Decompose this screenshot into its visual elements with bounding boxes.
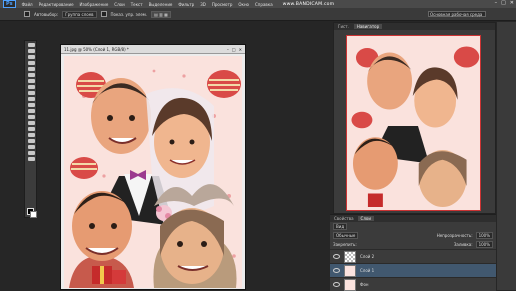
menu-file[interactable]: Файл (22, 2, 33, 7)
tools-panel (24, 40, 37, 218)
caricature-artwork (64, 56, 242, 288)
fill-label: Заливка: (453, 242, 473, 247)
marquee-tool-icon[interactable] (28, 49, 35, 53)
right-icon-strip (497, 22, 516, 290)
layer-row[interactable]: Слой 2 (330, 249, 496, 263)
doc-minimize-icon[interactable]: – (227, 47, 229, 52)
quick-select-tool-icon[interactable] (28, 61, 35, 65)
maximize-icon[interactable]: □ (501, 0, 506, 6)
document-title: 11.jpg @ 50% (Слой 1, RGB/8) * (64, 46, 129, 52)
lasso-tool-icon[interactable] (28, 55, 35, 59)
menu-filter[interactable]: Фильтр (178, 2, 194, 7)
close-icon[interactable]: ✕ (510, 0, 514, 6)
menu-bar: Ps Файл Редактирование Изображение Слои … (0, 0, 516, 8)
blend-mode-select[interactable]: Обычные (333, 232, 359, 239)
menu-view[interactable]: Просмотр (212, 2, 233, 7)
autoselect-label: Автовыбор: (34, 11, 59, 17)
eye-icon[interactable] (333, 268, 340, 273)
shape-tool-icon[interactable] (28, 145, 35, 149)
zoom-tool-icon[interactable] (28, 157, 35, 161)
clone-stamp-tool-icon[interactable] (28, 91, 35, 95)
crop-tool-icon[interactable] (28, 67, 35, 71)
lock-row: Закрепить: Заливка: 100% (330, 240, 496, 249)
healing-tool-icon[interactable] (28, 79, 35, 83)
brush-tool-icon[interactable] (28, 85, 35, 89)
layers-panel: Свойства Слои Вид Обычные Непрозрачность… (330, 214, 496, 291)
menu-3d[interactable]: 3D (200, 2, 206, 7)
menu-select[interactable]: Выделение (149, 2, 173, 7)
path-select-tool-icon[interactable] (28, 139, 35, 143)
layer-name: Слой 1 (360, 268, 375, 273)
photoshop-logo: Ps (3, 0, 16, 8)
layer-row[interactable]: Фон (330, 277, 496, 291)
autoselect-dropdown[interactable]: Группа слоев (62, 10, 97, 18)
navigator-artwork (347, 36, 480, 210)
lock-label: Закрепить: (333, 242, 357, 247)
menu-window[interactable]: Окно (238, 2, 249, 7)
hand-tool-icon[interactable] (28, 151, 35, 155)
layer-kind-filter[interactable]: Вид (333, 223, 348, 230)
dodge-tool-icon[interactable] (28, 121, 35, 125)
layer-thumbnail (344, 278, 356, 291)
menu-text[interactable]: Текст (131, 2, 143, 7)
layer-thumbnail (344, 250, 356, 263)
eraser-tool-icon[interactable] (28, 103, 35, 107)
navigator-panel: Гист. Навигатор (333, 22, 496, 214)
menu-edit[interactable]: Редактирование (39, 2, 74, 7)
window-controls: – □ ✕ (495, 0, 514, 6)
minimize-icon[interactable]: – (495, 0, 498, 6)
background-color-swatch[interactable] (30, 211, 37, 218)
layer-name: Слой 2 (360, 254, 375, 259)
document-window: 11.jpg @ 50% (Слой 1, RGB/8) * – □ ✕ (60, 44, 246, 290)
tab-properties[interactable]: Свойства (331, 216, 357, 221)
doc-maximize-icon[interactable]: □ (232, 47, 236, 52)
pen-tool-icon[interactable] (28, 127, 35, 131)
tab-layers[interactable]: Слои (357, 216, 374, 221)
tab-histogram[interactable]: Гист. (335, 24, 352, 29)
opacity-input[interactable]: 100% (475, 232, 493, 239)
document-canvas[interactable] (64, 56, 242, 288)
bandicam-watermark: www.BANDICAM.com (282, 1, 335, 7)
document-tab[interactable]: 11.jpg @ 50% (Слой 1, RGB/8) * – □ ✕ (61, 45, 245, 54)
blur-tool-icon[interactable] (28, 115, 35, 119)
layer-filter-row: Вид (330, 222, 496, 231)
eyedropper-tool-icon[interactable] (28, 73, 35, 77)
navigator-tabs: Гист. Навигатор (334, 23, 495, 30)
menu-help[interactable]: Справка (255, 2, 273, 7)
layer-name: Фон (360, 282, 369, 287)
move-tool-icon[interactable] (28, 43, 35, 47)
fill-input[interactable]: 100% (475, 241, 493, 248)
gradient-tool-icon[interactable] (28, 109, 35, 113)
layer-row-selected[interactable]: Слой 1 (330, 263, 496, 277)
transform-label: Показ. упр. элем. (110, 11, 148, 17)
blend-row: Обычные Непрозрачность: 100% (330, 231, 496, 240)
eye-icon[interactable] (333, 282, 340, 287)
autoselect-checkbox[interactable] (24, 11, 30, 17)
opacity-label: Непрозрачность: (436, 233, 473, 238)
navigator-preview[interactable] (346, 35, 481, 211)
eye-icon[interactable] (333, 254, 340, 259)
layer-thumbnail (344, 264, 356, 277)
doc-close-icon[interactable]: ✕ (239, 47, 242, 52)
align-buttons[interactable]: ▤ ▥ ▦ (151, 10, 171, 18)
tab-navigator[interactable]: Навигатор (353, 24, 383, 29)
layers-tabs: Свойства Слои (330, 215, 496, 222)
menu-image[interactable]: Изображение (80, 2, 109, 7)
type-tool-icon[interactable] (28, 133, 35, 137)
transform-checkbox[interactable] (100, 11, 107, 17)
history-brush-tool-icon[interactable] (28, 97, 35, 101)
workspace-switcher[interactable]: Основная рабочая среда (428, 11, 486, 17)
menu-layers[interactable]: Слои (114, 2, 124, 7)
